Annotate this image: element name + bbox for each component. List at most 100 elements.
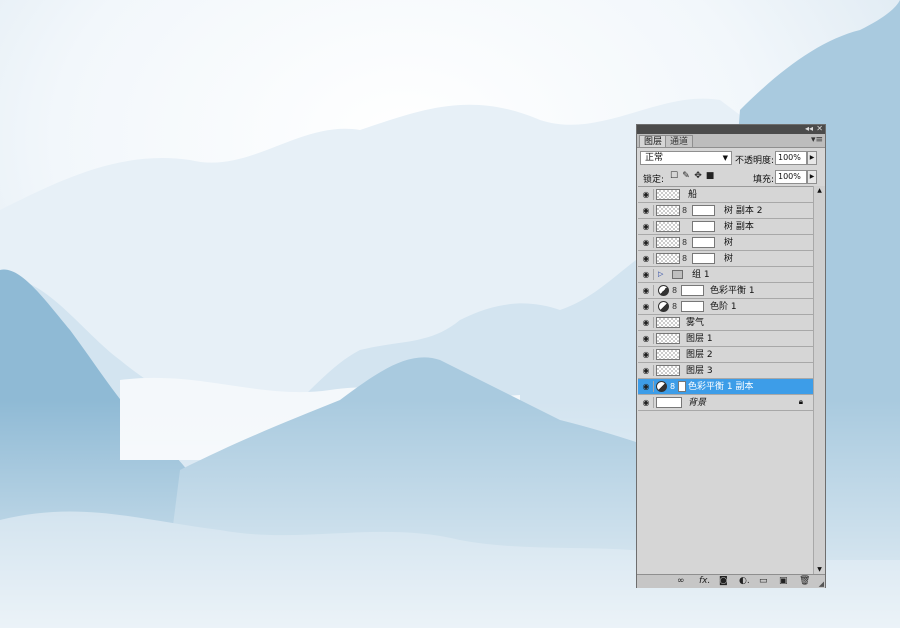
blend-mode-select[interactable]: 正常 ▼	[640, 151, 732, 165]
layer-row[interactable]: ◉ 图层 2	[638, 347, 813, 363]
adjustment-layer-icon[interactable]: ◐.	[739, 576, 750, 587]
blend-row: 正常 ▼ 不透明度: 100% ▶	[637, 149, 825, 167]
layer-thumbnail	[656, 189, 680, 200]
layer-name: 图层 1	[686, 334, 713, 344]
new-group-icon[interactable]: ▭	[759, 576, 768, 587]
layer-thumbnail	[656, 349, 680, 360]
chain-link-icon[interactable]: 8	[672, 285, 677, 296]
trash-icon[interactable]: 🗑︎	[799, 576, 810, 587]
layer-name: 树 副本 2	[724, 206, 763, 216]
layer-name: 色彩平衡 1	[710, 286, 755, 296]
color-balance-icon	[656, 381, 667, 392]
scroll-down-icon[interactable]: ▼	[814, 566, 825, 573]
fx-icon[interactable]: fx.	[699, 576, 710, 587]
lock-paint-icon[interactable]: ✎	[681, 171, 691, 181]
lock-all-icon[interactable]: ■	[705, 171, 715, 181]
visibility-eye-icon[interactable]: ◉	[639, 397, 654, 408]
layer-row-group[interactable]: ◉ ▷ 组 1	[638, 267, 813, 283]
add-mask-icon[interactable]: ◙	[719, 576, 728, 587]
chain-link-icon[interactable]: 8	[682, 253, 687, 264]
layer-name: 背景	[688, 398, 707, 408]
layer-row[interactable]: ◉ 树 副本	[638, 219, 813, 235]
layer-name: 色彩平衡 1 副本	[688, 382, 754, 392]
layer-row[interactable]: ◉ 雾气	[638, 315, 813, 331]
layer-row[interactable]: ◉ 8 树	[638, 251, 813, 267]
new-layer-icon[interactable]: ▣	[779, 576, 788, 587]
chevron-down-icon: ▼	[722, 154, 728, 162]
visibility-eye-icon[interactable]: ◉	[639, 285, 654, 296]
chain-link-icon[interactable]: 8	[672, 301, 677, 312]
opacity-label: 不透明度:	[735, 156, 775, 166]
link-layers-icon[interactable]: ∞	[677, 576, 685, 587]
layer-mask-thumbnail	[692, 205, 715, 216]
panel-titlebar[interactable]: ◂◂ ✕	[637, 124, 825, 134]
lock-label: 锁定:	[643, 175, 665, 185]
layer-row-background[interactable]: ◉ 背景 🔒︎	[638, 395, 813, 411]
visibility-eye-icon[interactable]: ◉	[639, 381, 654, 392]
layer-thumbnail	[656, 253, 680, 264]
panel-menu-icon[interactable]: ▾≡	[811, 134, 823, 146]
fill-label: 填充:	[753, 175, 775, 185]
layer-row[interactable]: ◉ 图层 1	[638, 331, 813, 347]
resize-grip-icon[interactable]: ◢	[819, 580, 824, 588]
panel-tabs: 图层 通道 ▾≡	[637, 134, 825, 148]
layer-row[interactable]: ◉ 图层 3	[638, 363, 813, 379]
layer-mask-thumbnail	[692, 221, 715, 232]
chain-link-icon[interactable]: 8	[682, 205, 687, 216]
opacity-slider-toggle[interactable]: ▶	[807, 151, 817, 165]
visibility-eye-icon[interactable]: ◉	[639, 301, 654, 312]
layer-mask-thumbnail	[692, 253, 715, 264]
close-icon[interactable]: ✕	[816, 124, 823, 134]
layer-row[interactable]: ◉ 8 色彩平衡 1	[638, 283, 813, 299]
layer-name: 树	[724, 254, 734, 264]
visibility-eye-icon[interactable]: ◉	[639, 205, 654, 216]
layer-thumbnail	[656, 397, 682, 408]
lock-move-icon[interactable]: ✥	[693, 171, 703, 181]
tab-layers[interactable]: 图层	[639, 135, 668, 147]
layer-row[interactable]: ◉ 8 树	[638, 235, 813, 251]
chain-link-icon[interactable]: 8	[670, 381, 675, 392]
lock-icon: 🔒︎	[798, 397, 803, 406]
layer-thumbnail	[656, 365, 680, 376]
layer-name: 图层 2	[686, 350, 713, 360]
fill-slider-toggle[interactable]: ▶	[807, 170, 817, 184]
layer-row[interactable]: ◉ 8 树 副本 2	[638, 203, 813, 219]
layer-row-selected[interactable]: ◉ 8 色彩平衡 1 副本	[638, 379, 813, 395]
layer-name: 色阶 1	[710, 302, 737, 312]
layer-thumbnail	[656, 205, 680, 216]
scrollbar[interactable]: ▲ ▼	[813, 186, 825, 574]
folder-icon	[672, 270, 683, 279]
expand-arrow-icon[interactable]: ▷	[658, 270, 663, 278]
visibility-eye-icon[interactable]: ◉	[639, 253, 654, 264]
chain-link-icon[interactable]: 8	[682, 237, 687, 248]
layers-panel: ◂◂ ✕ 图层 通道 ▾≡ 正常 ▼ 不透明度: 100% ▶ 锁定: ☐ ✎ …	[636, 124, 826, 588]
layer-thumbnail	[656, 317, 680, 328]
visibility-eye-icon[interactable]: ◉	[639, 365, 654, 376]
visibility-eye-icon[interactable]: ◉	[639, 317, 654, 328]
levels-icon	[658, 301, 669, 312]
layer-name: 树 副本	[724, 222, 754, 232]
visibility-eye-icon[interactable]: ◉	[639, 269, 654, 280]
layer-mask-thumbnail	[692, 237, 715, 248]
visibility-eye-icon[interactable]: ◉	[639, 221, 654, 232]
visibility-eye-icon[interactable]: ◉	[639, 237, 654, 248]
visibility-eye-icon[interactable]: ◉	[639, 333, 654, 344]
lock-row: 锁定: ☐ ✎ ✥ ■ 填充: 100% ▶	[637, 168, 825, 186]
layer-row[interactable]: ◉ 船	[638, 187, 813, 203]
lock-transparent-icon[interactable]: ☐	[669, 171, 679, 181]
scroll-up-icon[interactable]: ▲	[814, 187, 825, 194]
layer-name: 船	[688, 190, 698, 200]
layer-mask-thumbnail	[678, 381, 686, 392]
opacity-input[interactable]: 100%	[775, 151, 807, 165]
panel-bottom-toolbar: ∞ fx. ◙ ◐. ▭ ▣ 🗑︎ ◢	[637, 574, 825, 588]
layer-name: 雾气	[686, 318, 705, 328]
tab-channels[interactable]: 通道	[665, 135, 694, 147]
collapse-icon[interactable]: ◂◂	[805, 124, 813, 134]
visibility-eye-icon[interactable]: ◉	[639, 189, 654, 200]
fill-input[interactable]: 100%	[775, 170, 807, 184]
layer-name: 图层 3	[686, 366, 713, 376]
layer-name: 树	[724, 238, 734, 248]
visibility-eye-icon[interactable]: ◉	[639, 349, 654, 360]
layer-row[interactable]: ◉ 8 色阶 1	[638, 299, 813, 315]
blend-mode-value: 正常	[645, 153, 664, 163]
